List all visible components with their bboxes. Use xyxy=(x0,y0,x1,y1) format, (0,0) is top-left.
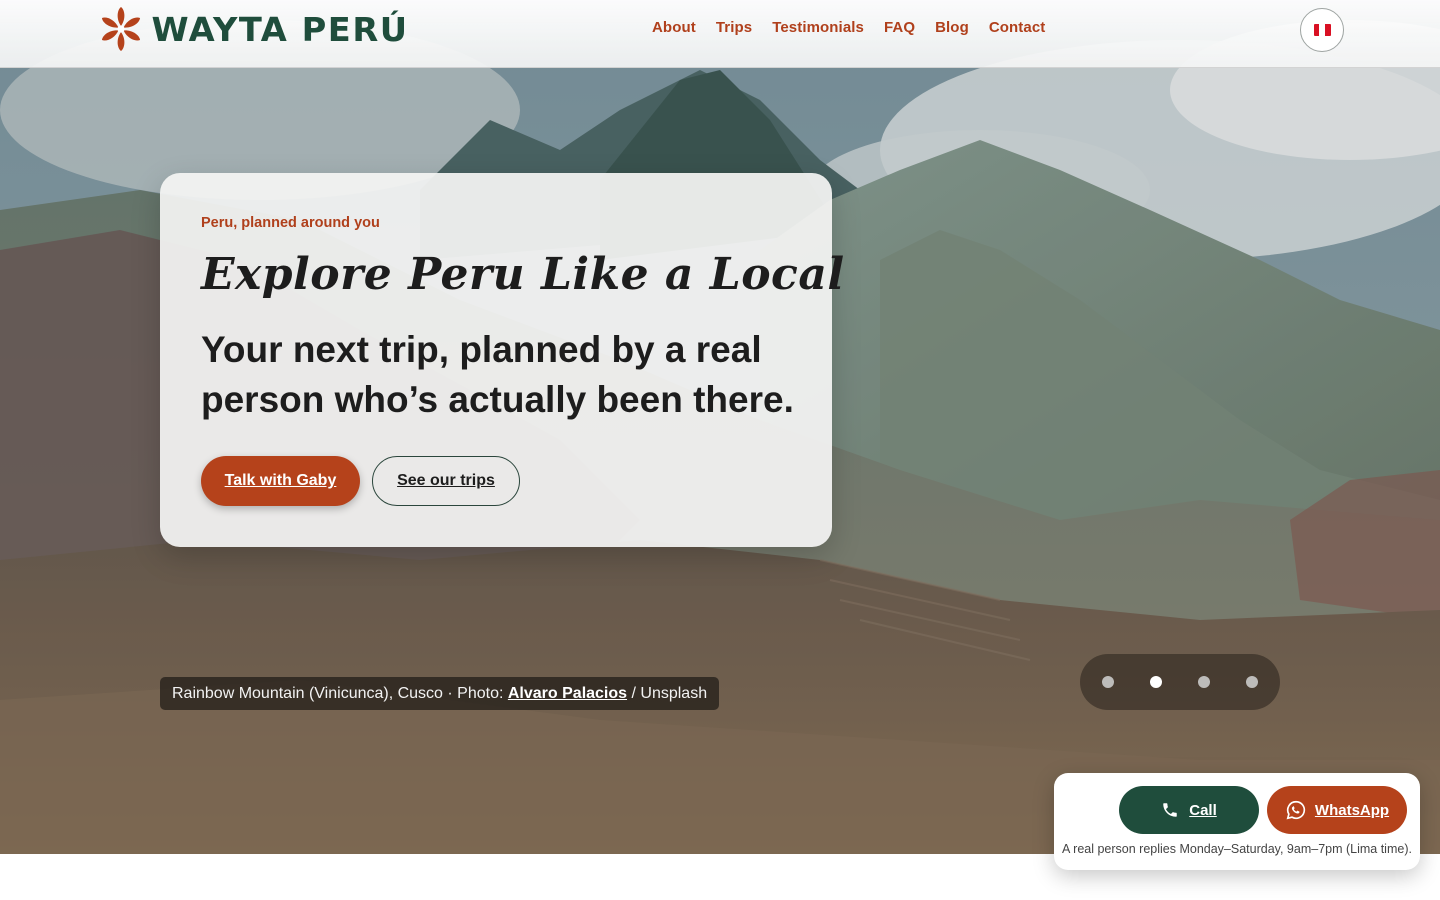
slide-dot-2[interactable] xyxy=(1150,676,1162,688)
nav-faq[interactable]: FAQ xyxy=(884,19,915,36)
flower-logo-icon xyxy=(101,7,141,51)
see-trips-button[interactable]: See our trips xyxy=(372,456,520,506)
reply-hours-note: A real person replies Monday–Saturday, 9… xyxy=(1062,842,1412,856)
whatsapp-label: WhatsApp xyxy=(1314,801,1390,819)
photo-author-link[interactable]: Alvaro Palacios xyxy=(508,685,627,703)
main-nav: About Trips Testimonials FAQ Blog Contac… xyxy=(652,19,1045,36)
nav-contact[interactable]: Contact xyxy=(989,19,1046,36)
slider-pagination xyxy=(1080,654,1280,710)
nav-testimonials[interactable]: Testimonials xyxy=(772,19,864,36)
hero-card: Peru, planned around you Explore Peru Li… xyxy=(160,173,844,547)
phone-icon xyxy=(1163,803,1177,817)
slide-dot-1[interactable] xyxy=(1102,676,1114,688)
whatsapp-button[interactable]: WhatsApp xyxy=(1267,786,1407,834)
hero-eyebrow: Peru, planned around you xyxy=(201,215,380,231)
logo-text: WAYTA PERÚ xyxy=(151,9,409,49)
caption-prefix: Rainbow Mountain (Vinicunca), Cusco · Ph… xyxy=(172,684,508,702)
call-label: Call xyxy=(1189,801,1217,819)
caption-suffix: / Unsplash xyxy=(627,684,708,702)
nav-about[interactable]: About xyxy=(652,19,696,36)
slide-dot-4[interactable] xyxy=(1246,676,1258,688)
contact-widget: Call WhatsApp A real person replies Mond… xyxy=(1054,773,1420,870)
language-switcher-button[interactable] xyxy=(1300,8,1344,52)
whatsapp-icon xyxy=(1286,800,1306,820)
peru-flag-icon xyxy=(1313,24,1331,36)
talk-with-gaby-button[interactable]: Talk with Gaby xyxy=(201,456,360,506)
hero-title: Explore Peru Like a Local xyxy=(201,249,845,300)
nav-trips[interactable]: Trips xyxy=(716,19,752,36)
logo[interactable]: WAYTA PERÚ xyxy=(96,6,409,52)
hero-subtitle: Your next trip, planned by a real person… xyxy=(201,329,794,420)
slide-dot-3[interactable] xyxy=(1198,676,1210,688)
call-button[interactable]: Call xyxy=(1119,786,1259,834)
site-header: WAYTA PERÚ About Trips Testimonials FAQ … xyxy=(0,0,1440,68)
photo-caption: Rainbow Mountain (Vinicunca), Cusco · Ph… xyxy=(160,677,720,710)
nav-blog[interactable]: Blog xyxy=(935,19,969,36)
